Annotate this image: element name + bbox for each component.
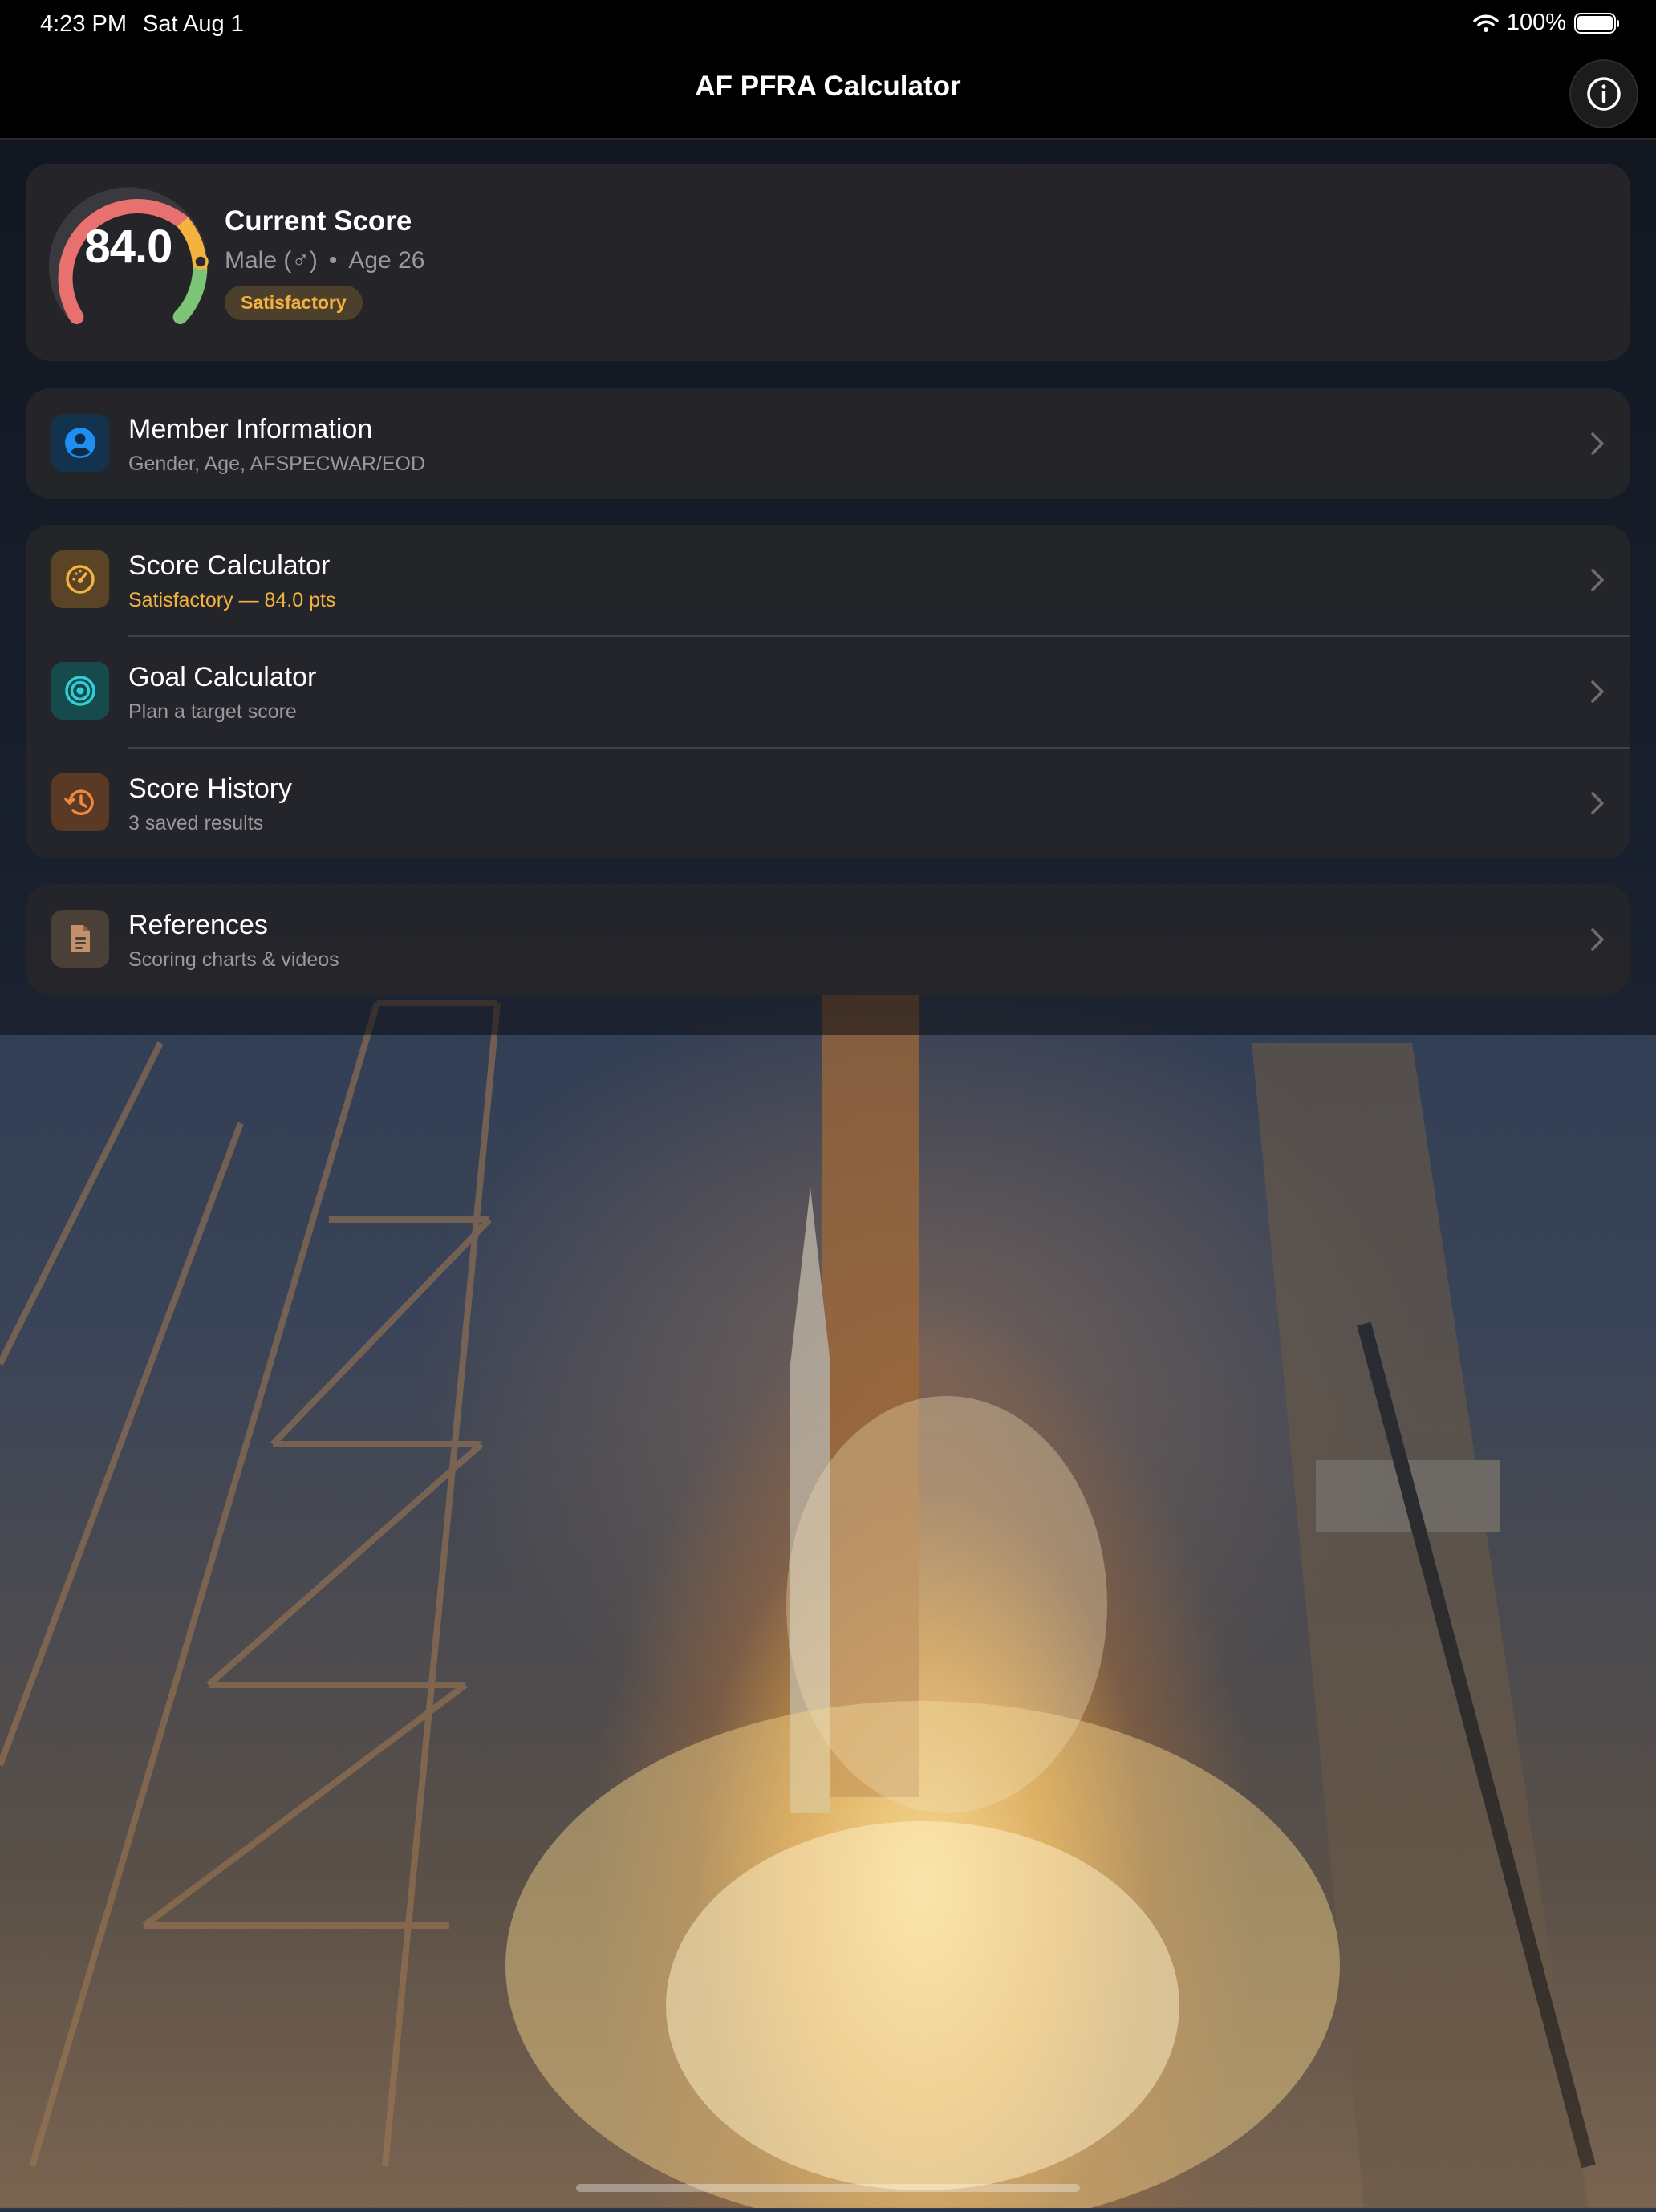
target-icon xyxy=(65,676,95,706)
battery-icon xyxy=(1574,12,1619,34)
info-button[interactable] xyxy=(1569,59,1638,128)
status-time: 4:23 PM xyxy=(40,11,127,37)
history-icon xyxy=(64,789,94,815)
member-info-row[interactable]: Member Information Gender, Age, AFSPECWA… xyxy=(26,388,1630,499)
chevron-right-icon xyxy=(1591,432,1604,455)
home-indicator[interactable] xyxy=(576,2184,1080,2192)
status-bar: 4:23 PM Sat Aug 1 100% xyxy=(0,0,1656,51)
chevron-right-icon xyxy=(1591,792,1604,814)
score-history-subtitle: 3 saved results xyxy=(128,812,264,834)
page-title: AF PFRA Calculator xyxy=(695,71,961,102)
member-icon-tile xyxy=(51,414,109,472)
document-icon xyxy=(71,925,90,952)
references-row[interactable]: References Scoring charts & videos xyxy=(26,884,1630,995)
goal-calculator-row[interactable]: Goal Calculator Plan a target score xyxy=(26,636,1630,747)
status-date: Sat Aug 1 xyxy=(143,11,244,37)
wifi-icon xyxy=(1473,14,1499,32)
score-value: 84.0 xyxy=(84,221,173,273)
speedometer-icon xyxy=(66,565,95,594)
navigation-bar: AF PFRA Calculator xyxy=(0,51,1656,140)
references-title: References xyxy=(128,910,268,940)
member-summary: Male (♂) • Age 26 xyxy=(225,247,424,274)
references-subtitle: Scoring charts & videos xyxy=(128,948,339,971)
score-calculator-icon-tile xyxy=(51,550,109,608)
score-history-title: Score History xyxy=(128,773,293,804)
info-icon xyxy=(1587,77,1621,111)
chevron-right-icon xyxy=(1591,680,1604,703)
age-label: Age 26 xyxy=(348,247,425,274)
battery-percent: 100% xyxy=(1506,10,1566,35)
score-history-icon-tile xyxy=(51,773,109,831)
goal-calculator-title: Goal Calculator xyxy=(128,662,317,692)
references-icon-tile xyxy=(51,910,109,968)
goal-calculator-subtitle: Plan a target score xyxy=(128,700,297,723)
score-calculator-subtitle: Satisfactory — 84.0 pts xyxy=(128,589,336,611)
member-info-title: Member Information xyxy=(128,414,373,444)
member-info-card: Member Information Gender, Age, AFSPECWA… xyxy=(26,388,1630,499)
person-icon xyxy=(65,428,95,458)
status-badge: Satisfactory xyxy=(225,286,363,320)
chevron-right-icon xyxy=(1591,569,1604,591)
member-info-subtitle: Gender, Age, AFSPECWAR/EOD xyxy=(128,453,426,475)
goal-calculator-icon-tile xyxy=(51,662,109,720)
gender-label: Male (♂) xyxy=(225,247,318,274)
score-calculator-title: Score Calculator xyxy=(128,550,331,581)
gauge-segment-high xyxy=(172,266,207,324)
score-calculator-row[interactable]: Score Calculator Satisfactory — 84.0 pts xyxy=(26,525,1630,635)
separator-dot: • xyxy=(328,247,338,274)
current-score-card: 84.0 Current Score Male (♂) • Age 26 Satis… xyxy=(26,164,1630,361)
score-history-row[interactable]: Score History 3 saved results xyxy=(26,748,1630,858)
status-indicators: 100% xyxy=(1473,10,1619,36)
references-card: References Scoring charts & videos xyxy=(26,884,1630,995)
tools-card: Score Calculator Satisfactory — 84.0 pts… xyxy=(26,525,1630,858)
score-title: Current Score xyxy=(225,205,412,237)
chevron-right-icon xyxy=(1591,928,1604,951)
